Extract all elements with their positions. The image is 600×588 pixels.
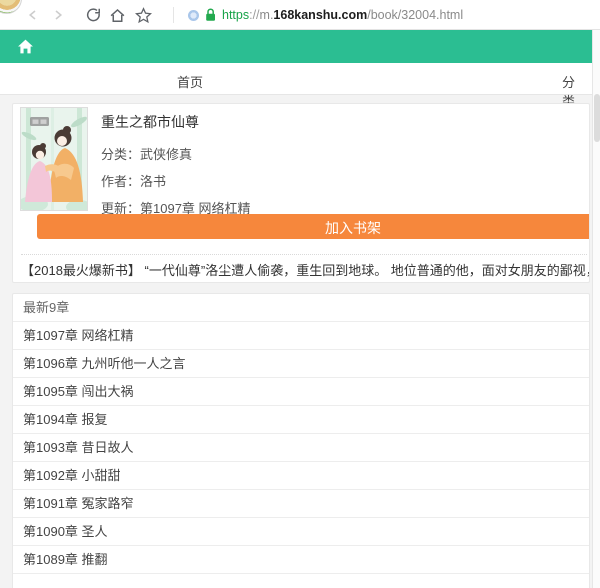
book-info: 重生之都市仙尊 分类：武侠修真 作者：洛书 更新：第1097章 网络杠精 xyxy=(101,113,251,222)
chapter-link[interactable]: 第1093章 昔日故人 xyxy=(13,434,589,462)
tab-favicon xyxy=(0,0,22,14)
forward-icon[interactable] xyxy=(52,9,64,21)
add-to-shelf-button[interactable]: 加入书架 xyxy=(37,214,590,239)
book-title: 重生之都市仙尊 xyxy=(101,113,251,132)
chapter-link[interactable]: 第1091章 冤家路窄 xyxy=(13,490,589,518)
chapter-link[interactable]: 第1089章 推翻 xyxy=(13,546,589,574)
url-path: /book/32004.html xyxy=(367,8,463,22)
url-text: https://m.168kanshu.com/book/32004.html xyxy=(222,8,463,22)
dotted-divider xyxy=(21,254,587,255)
book-cover-art xyxy=(21,108,87,210)
book-author: 作者：洛书 xyxy=(101,168,251,195)
book-cover[interactable] xyxy=(20,107,88,211)
bookmark-star-icon[interactable] xyxy=(135,7,152,24)
url-subdomain: m. xyxy=(260,8,274,22)
chapter-link[interactable]: 第1096章 九州听他一人之言 xyxy=(13,350,589,378)
back-icon[interactable] xyxy=(27,9,39,21)
nav-item-home[interactable]: 首页 xyxy=(177,72,203,91)
chapter-link[interactable]: 第1092章 小甜甜 xyxy=(13,462,589,490)
url-scheme: https xyxy=(222,8,249,22)
book-category: 分类：武侠修真 xyxy=(101,141,251,168)
webpage: 首页 分类 xyxy=(0,30,592,588)
toolbar-divider xyxy=(173,7,174,23)
chapter-list-card: 最新9章 第1097章 网络杠精 第1096章 九州听他一人之言 第1095章 … xyxy=(12,293,590,588)
ssl-lock-icon xyxy=(205,8,216,22)
site-header xyxy=(0,30,592,63)
chapter-link[interactable]: 第1097章 网络杠精 xyxy=(13,322,589,350)
url-separator: :// xyxy=(249,8,259,22)
refresh-icon[interactable] xyxy=(85,7,102,24)
browser-home-icon[interactable] xyxy=(109,7,126,24)
browser-toolbar: https://m.168kanshu.com/book/32004.html xyxy=(0,0,600,30)
chapter-list-header: 最新9章 xyxy=(13,294,589,322)
book-description: 【2018最火爆新书】 “一代仙尊”洛尘遭人偷袭，重生回到地球。 地位普通的他，… xyxy=(21,261,589,281)
site-nav: 首页 分类 xyxy=(0,63,592,95)
chapter-link[interactable]: 第1090章 圣人 xyxy=(13,518,589,546)
chapter-link[interactable]: 第1094章 报复 xyxy=(13,406,589,434)
site-info-icon[interactable] xyxy=(188,10,199,21)
chapter-link[interactable]: 第1095章 闯出大祸 xyxy=(13,378,589,406)
url-domain: 168kanshu.com xyxy=(273,8,367,22)
scrollbar-thumb[interactable] xyxy=(594,94,600,142)
home-icon[interactable] xyxy=(17,38,34,55)
scrollbar[interactable] xyxy=(592,30,600,588)
add-to-shelf-label: 加入书架 xyxy=(325,218,381,238)
book-info-card: 重生之都市仙尊 分类：武侠修真 作者：洛书 更新：第1097章 网络杠精 加入书… xyxy=(12,103,590,283)
